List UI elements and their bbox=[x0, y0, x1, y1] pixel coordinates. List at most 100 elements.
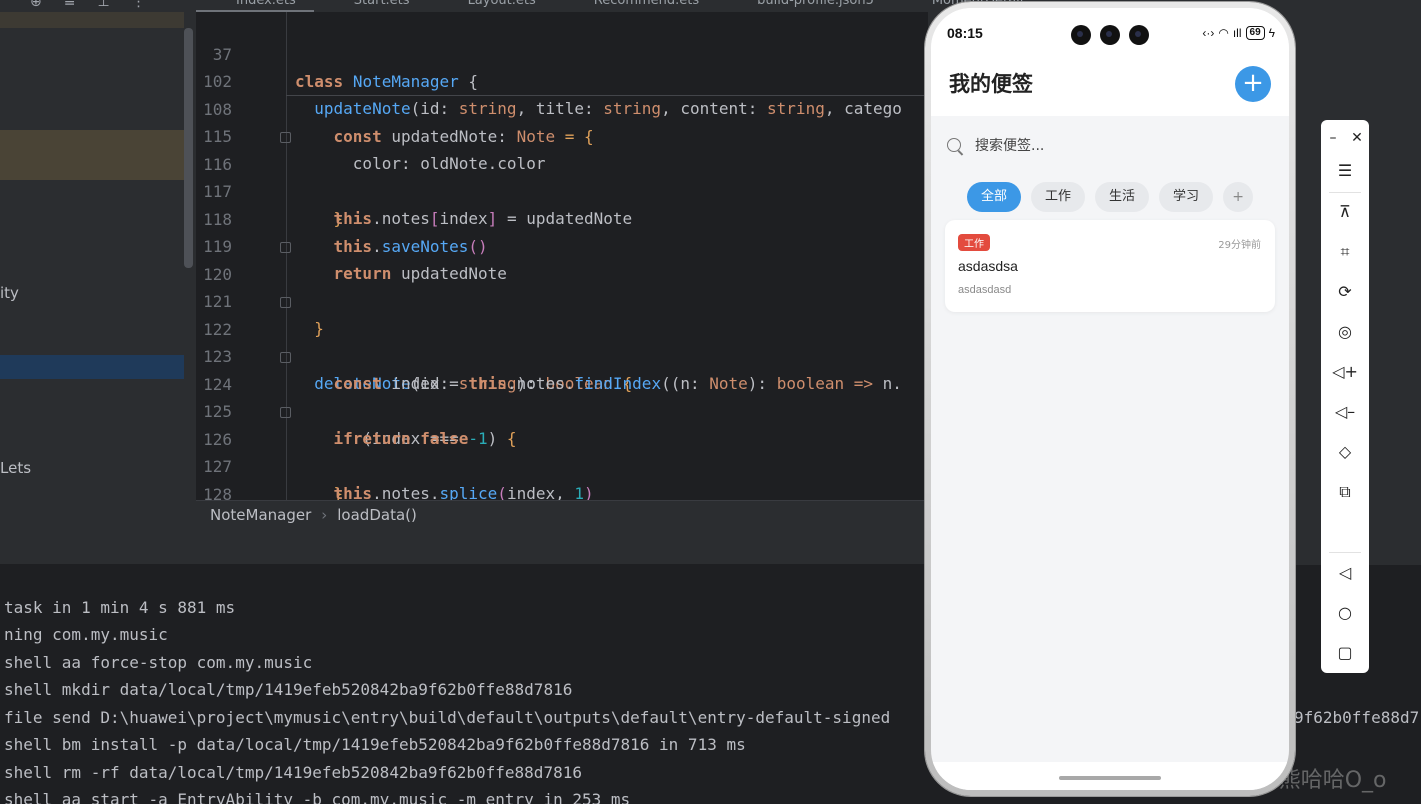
menu-icon[interactable]: ☰ bbox=[1321, 153, 1369, 189]
shake-icon[interactable]: ◇ bbox=[1321, 434, 1369, 470]
tab-index-ets[interactable]: Index.ets bbox=[196, 0, 314, 12]
phone-screen: 08:15 ‹·› ◠ ıll 69 ϟ 我的便签 + 全部 工作 生活 学习 bbox=[931, 8, 1289, 790]
console-line: shell mkdir data/local/tmp/1419efeb52084… bbox=[4, 680, 573, 699]
code-line: 127 this.notes.splice(index, 1) bbox=[196, 426, 928, 500]
volume-down-icon[interactable]: ◁– bbox=[1321, 394, 1369, 430]
toolbar-divider bbox=[1329, 552, 1361, 553]
fold-icon[interactable] bbox=[280, 132, 291, 143]
code-line: 117 this.notes[index] = updatedNote bbox=[196, 151, 928, 228]
category-filter: 全部 工作 生活 学习 + bbox=[967, 182, 1254, 212]
note-timestamp: 29分钟前 bbox=[1218, 240, 1261, 251]
app-header: 我的便签 + bbox=[931, 54, 1289, 116]
note-card[interactable]: 工作 29分钟前 asdasdsa asdasdasd bbox=[945, 220, 1275, 312]
sidebar-item-ability[interactable]: ity bbox=[0, 284, 19, 302]
battery-icon: 69 bbox=[1245, 26, 1265, 40]
code-line: 122 deleteNote(id: string): boolean { bbox=[196, 289, 928, 393]
camera-icon bbox=[1100, 25, 1120, 45]
search-bar bbox=[931, 116, 1289, 168]
signal-icon: ıll bbox=[1232, 26, 1242, 40]
search-icon bbox=[947, 138, 961, 152]
screen-record-icon[interactable]: ◎ bbox=[1321, 314, 1369, 350]
rotate-icon[interactable]: ⟳ bbox=[1321, 274, 1369, 310]
category-chip-all[interactable]: 全部 bbox=[967, 182, 1022, 212]
data-transfer-icon: ‹·› bbox=[1202, 26, 1215, 40]
more-icon[interactable]: ⋮ bbox=[132, 0, 146, 10]
tab-start-ets[interactable]: Start.ets bbox=[314, 0, 428, 12]
multi-device-icon[interactable]: ⧉ bbox=[1321, 474, 1369, 510]
fold-icon[interactable] bbox=[280, 352, 291, 363]
add-category-button[interactable]: + bbox=[1223, 182, 1254, 212]
pin-off-icon[interactable]: ⊼ bbox=[1321, 194, 1369, 230]
volume-up-icon[interactable]: ◁+ bbox=[1321, 354, 1369, 390]
console-line: file send D:\huawei\project\mymusic\entr… bbox=[4, 708, 891, 727]
console-line: shell aa force-stop com.my.music bbox=[4, 653, 313, 672]
code-line: 121 bbox=[196, 261, 928, 311]
code-line: 124 if (index === -1) { bbox=[196, 344, 928, 448]
home-icon[interactable]: ○ bbox=[1321, 595, 1369, 631]
code-editor[interactable]: 37 class NoteManager { 102 updateNote(id… bbox=[196, 12, 928, 500]
collapse-icon[interactable]: ≡ bbox=[64, 0, 76, 10]
editor-breadcrumb: NoteManager › loadData() bbox=[196, 500, 928, 530]
console-line: shell bm install -p data/local/tmp/1419e… bbox=[4, 735, 746, 754]
status-bar: 08:15 ‹·› ◠ ıll 69 ϟ bbox=[931, 8, 1289, 54]
fold-icon[interactable] bbox=[280, 297, 291, 308]
fold-icon[interactable] bbox=[280, 242, 291, 253]
category-chip-life[interactable]: 生活 bbox=[1095, 182, 1150, 212]
status-time: 08:15 bbox=[947, 25, 983, 41]
camera-icon bbox=[1129, 25, 1149, 45]
page-title: 我的便签 bbox=[949, 72, 1033, 96]
add-note-button[interactable]: + bbox=[1235, 66, 1271, 102]
chevron-right-icon: › bbox=[321, 506, 328, 524]
status-icons: ‹·› ◠ ıll 69 ϟ bbox=[1202, 26, 1275, 40]
console-line: ning com.my.music bbox=[4, 625, 168, 644]
camera-icon bbox=[1071, 25, 1091, 45]
back-icon[interactable]: ◁ bbox=[1321, 555, 1369, 591]
code-line: 102 updateNote(id: string, title: string… bbox=[196, 41, 928, 118]
sidebar-row-selected[interactable] bbox=[0, 355, 184, 379]
system-nav-bar bbox=[931, 762, 1289, 790]
sidebar-item-ets[interactable]: Lets bbox=[0, 459, 31, 477]
crop-icon[interactable]: ⌗ bbox=[1321, 234, 1369, 270]
code-line: 129 return true bbox=[196, 481, 928, 500]
code-line: 128 this.saveNotes() bbox=[196, 454, 928, 500]
console-line: shell rm -rf data/local/tmp/1419efeb5208… bbox=[4, 763, 582, 782]
category-chip-work[interactable]: 工作 bbox=[1031, 182, 1086, 212]
console-line: task in 1 min 4 s 881 ms bbox=[4, 598, 236, 617]
sidebar-row-highlight-2[interactable] bbox=[0, 130, 184, 180]
pin-icon[interactable]: ⊥ bbox=[97, 0, 109, 10]
code-line: 126 } bbox=[196, 399, 928, 500]
tab-layout-ets[interactable]: Layout.ets bbox=[428, 0, 554, 12]
close-icon[interactable]: ✕ bbox=[1337, 120, 1377, 156]
fold-icon[interactable] bbox=[280, 407, 291, 418]
recent-apps-icon[interactable]: ▢ bbox=[1321, 635, 1369, 671]
code-line: 125 return false bbox=[196, 371, 928, 448]
ide-top-icons: ⊕ ≡ ⊥ ⋮ bbox=[30, 0, 146, 10]
emulator-toolbar: – ✕ ☰ ⊼ ⌗ ⟳ ◎ ◁+ ◁– ◇ ⧉ ◁ ○ ▢ bbox=[1321, 120, 1369, 673]
code-line: 116 } bbox=[196, 124, 928, 228]
code-line: 123 const index = this.notes.findIndex((… bbox=[196, 316, 928, 393]
charging-icon: ϟ bbox=[1268, 26, 1275, 40]
note-title: asdasdsa bbox=[958, 258, 1018, 274]
tab-recommend-ets[interactable]: Recommend.ets bbox=[554, 0, 717, 12]
search-input[interactable] bbox=[975, 132, 1265, 160]
wifi-icon: ◠ bbox=[1218, 26, 1229, 40]
code-line: 119 return updatedNote bbox=[196, 206, 928, 283]
toolbar-divider bbox=[1329, 192, 1361, 193]
tab-build-profile[interactable]: build-profile.json5 bbox=[717, 0, 892, 12]
code-line: 115 color: oldNote.color bbox=[196, 96, 928, 173]
editor-tabs: Index.ets Start.ets Layout.ets Recommend… bbox=[196, 0, 1041, 12]
sidebar-scrollbar[interactable] bbox=[184, 28, 193, 268]
code-line: 37 class NoteManager { bbox=[196, 14, 928, 91]
phone-emulator: 08:15 ‹·› ◠ ıll 69 ϟ 我的便签 + 全部 工作 生活 学习 bbox=[925, 2, 1295, 796]
breadcrumb-method[interactable]: loadData() bbox=[337, 506, 417, 524]
target-icon[interactable]: ⊕ bbox=[30, 0, 42, 10]
home-indicator[interactable] bbox=[1059, 776, 1161, 780]
code-line: 108 const updatedNote: Note = { bbox=[196, 69, 928, 146]
category-chip-study[interactable]: 学习 bbox=[1159, 182, 1214, 212]
note-content: asdasdasd bbox=[958, 284, 1012, 296]
console-line-overflow: 9f62b0ffe88d7 bbox=[1294, 708, 1420, 727]
breadcrumb-class[interactable]: NoteManager bbox=[210, 506, 311, 524]
sidebar-row-highlight-1[interactable] bbox=[0, 12, 184, 28]
code-line: 120 } bbox=[196, 234, 928, 338]
note-category-badge: 工作 bbox=[958, 234, 990, 251]
